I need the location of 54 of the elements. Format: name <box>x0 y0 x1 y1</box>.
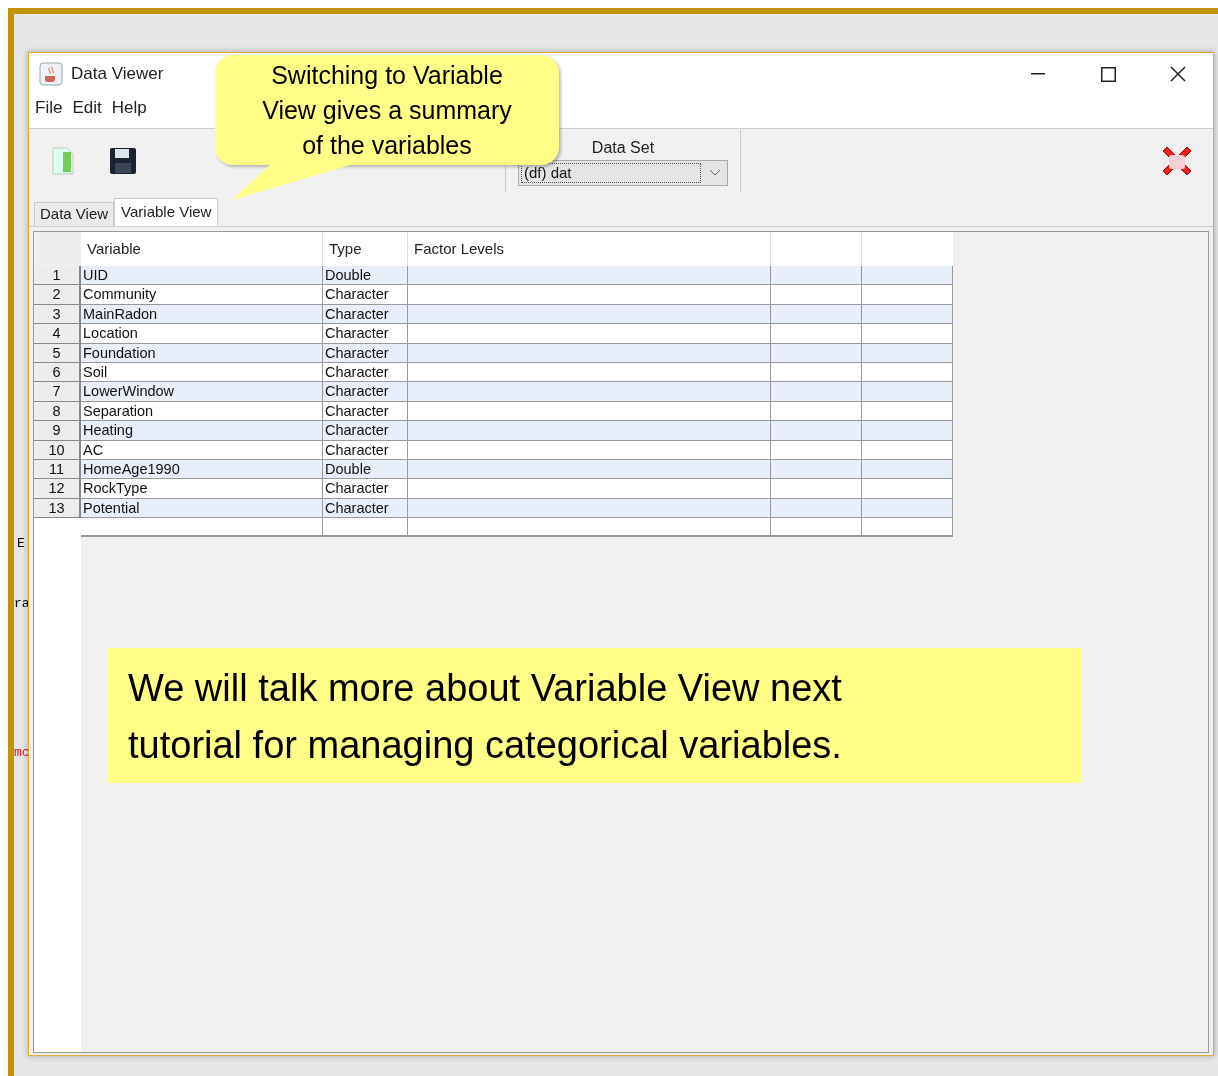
table-cell: Character <box>323 479 408 499</box>
table-cell: Character <box>323 304 408 325</box>
maximize-icon <box>1100 66 1116 82</box>
java-cup-icon <box>39 62 63 86</box>
menu-item[interactable]: Edit <box>72 95 102 121</box>
row-number[interactable]: 9 <box>34 421 81 441</box>
table-cell: HomeAge1990 <box>81 459 323 480</box>
column-header[interactable]: Factor Levels <box>408 232 771 266</box>
table-cell: Character <box>323 324 408 344</box>
table-cell: Double <box>323 459 408 480</box>
table-cell: Soil <box>81 362 323 383</box>
table-cell: Heating <box>81 421 323 441</box>
table-cell: UID <box>81 266 323 286</box>
column-header[interactable]: Variable <box>81 232 323 266</box>
table-cell: Double <box>323 266 408 286</box>
document-icon[interactable] <box>51 146 75 176</box>
table-cell: Location <box>81 324 323 344</box>
table-cell: Potential <box>81 498 323 519</box>
table-cell: Foundation <box>81 343 323 363</box>
background-text: E <box>16 535 26 553</box>
table-cell: MainRadon <box>81 304 323 325</box>
menu-item[interactable]: Help <box>111 95 147 121</box>
row-number[interactable]: 2 <box>34 285 81 305</box>
dataset-label: Data Set <box>591 138 655 158</box>
table-cell: Character <box>323 362 408 383</box>
close-icon <box>1170 66 1186 82</box>
background-text: mc <box>14 744 30 762</box>
window-title: Data Viewer <box>71 63 164 86</box>
table-cell: Character <box>323 440 408 460</box>
chevron-down-icon <box>709 169 721 177</box>
table-cell: Community <box>81 285 323 305</box>
row-number[interactable]: 4 <box>34 324 81 344</box>
table-cell: Character <box>323 401 408 422</box>
minimize-icon <box>1031 73 1045 75</box>
table-cell: Character <box>323 343 408 363</box>
row-number[interactable]: 7 <box>34 382 81 402</box>
save-icon[interactable] <box>109 147 137 175</box>
table-cell: RockType <box>81 479 323 499</box>
row-number[interactable]: 12 <box>34 479 81 499</box>
table-cell: Character <box>323 285 408 305</box>
table-cell: LowerWindow <box>81 382 323 402</box>
note-box: We will talk more about Variable View next tutorial for managing categorical variables. <box>107 648 1082 783</box>
table-cell: Separation <box>81 401 323 422</box>
table-cell: Character <box>323 421 408 441</box>
table-cell: Character <box>323 382 408 402</box>
tab[interactable]: Data View <box>34 202 115 226</box>
table-cell: AC <box>81 440 323 460</box>
menu-item[interactable]: File <box>35 95 63 121</box>
dataset-dropdown[interactable]: (df) dat <box>518 160 728 186</box>
row-number[interactable]: 1 <box>34 266 81 286</box>
table-cell: Character <box>323 498 408 519</box>
background-text: ra <box>14 594 30 613</box>
tab[interactable]: Variable View <box>114 198 219 226</box>
column-header[interactable]: Type <box>323 232 408 266</box>
